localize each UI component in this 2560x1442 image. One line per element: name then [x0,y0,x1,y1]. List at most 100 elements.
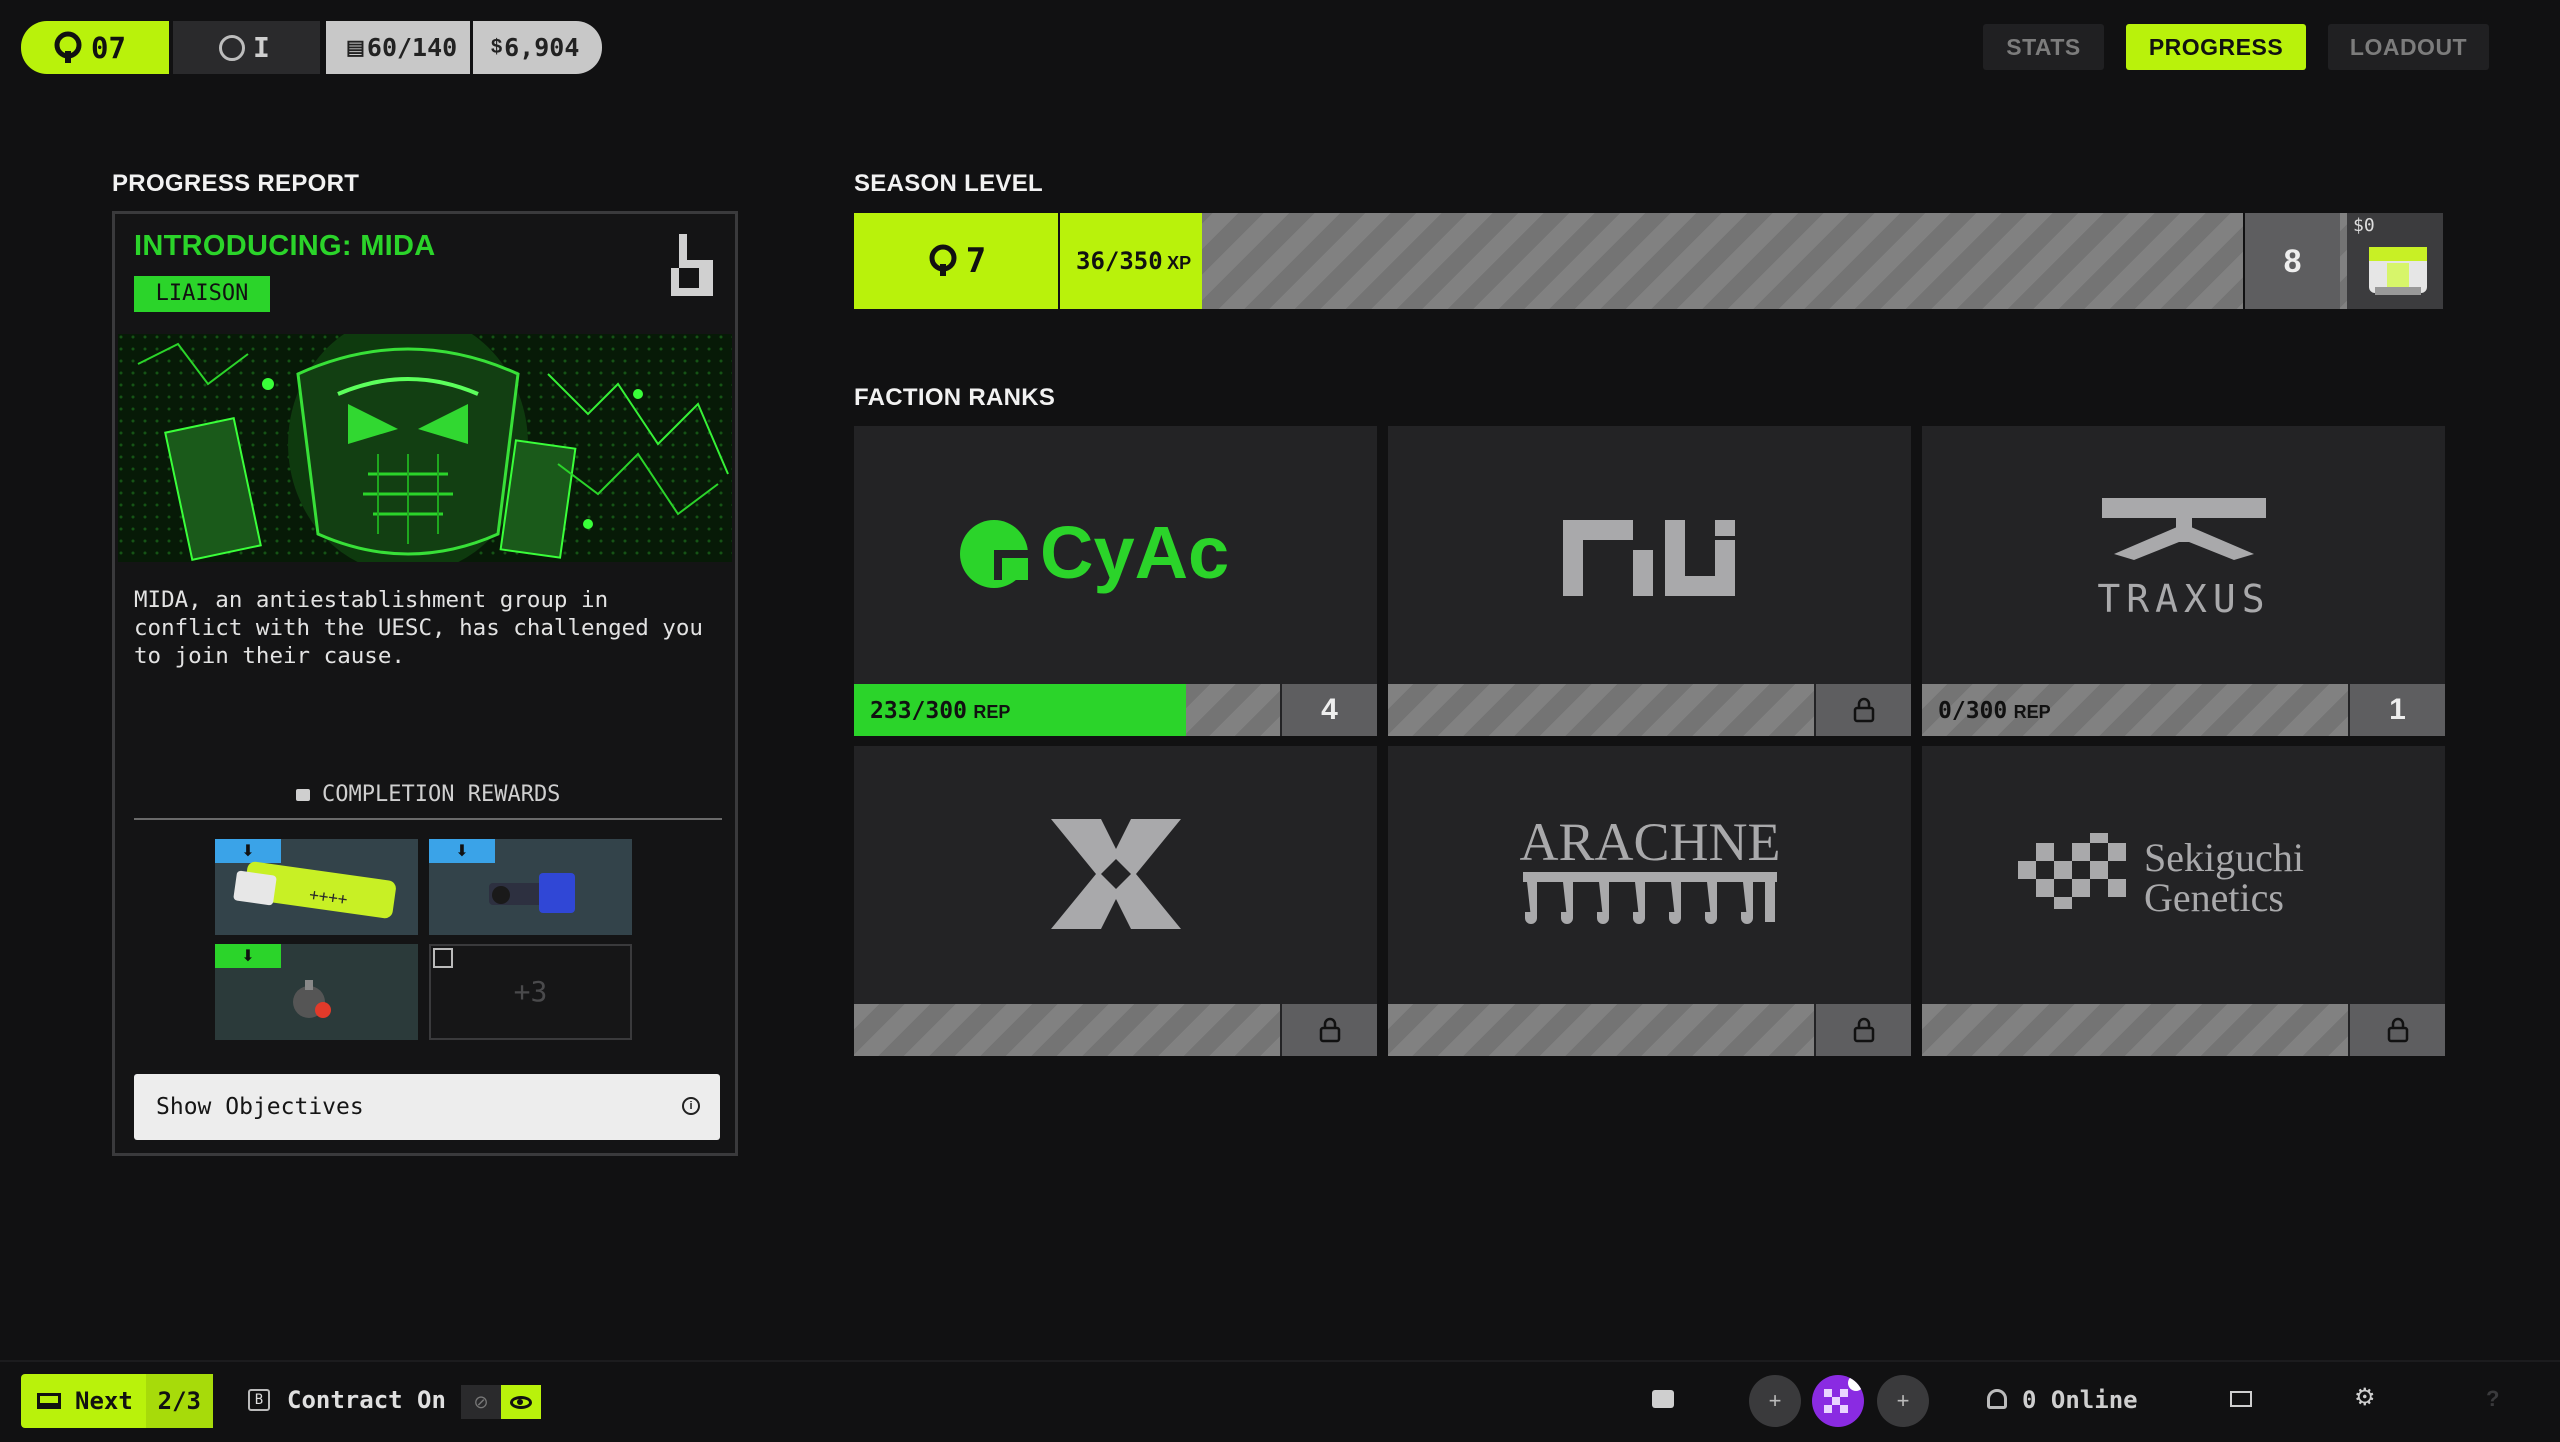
next-count: 2/3 [145,1374,213,1428]
eye-off-icon: ⊘ [461,1385,501,1419]
contract-visibility-toggle[interactable]: ⊘ [461,1385,541,1419]
secondary-rank-value: I [253,31,270,64]
friends-icon [1987,1389,2007,1409]
squad-slot-left[interactable]: + [1749,1375,1801,1427]
bottom-bar: Next 2/3 B Contract On ⊘ + + 0 Online ⚙ … [0,1360,2560,1442]
grenade-item-icon [293,980,331,1018]
faction-rep-bar [854,1004,1377,1056]
faction-rep-text: 0/300 REP [1938,698,2051,724]
faction-lock [2348,1004,2445,1056]
circle-icon [219,34,245,61]
laptop-icon [37,1393,61,1409]
show-objectives-label: Show Objectives [156,1094,364,1120]
xp-progress-track [1060,213,2443,309]
mail-icon[interactable] [2230,1391,2252,1407]
faction-level: 1 [2348,684,2445,736]
tab-progress[interactable]: PROGRESS [2126,24,2306,70]
faction-card-nucaloric[interactable] [1388,426,1911,736]
arachne-logo-text: ARACHNE [1519,812,1780,872]
traxus-logo-text: TRAXUS [2097,577,2270,621]
season-level-value: 7 [965,241,987,281]
faction-level: 4 [1280,684,1377,736]
season-reward-preview[interactable]: $0 [2347,213,2443,309]
arachne-logo: ARACHNE [1388,746,1911,1002]
liaison-badge: LIAISON [134,276,270,312]
cyac-logo: CyAc [854,426,1377,682]
lock-icon [295,789,310,801]
more-rewards-count: +3 [513,975,548,1008]
lock-icon [1853,697,1874,723]
chat-icon[interactable] [1652,1390,1674,1408]
faction-rep-bar: 0/300 REP 1 [1922,684,2445,736]
faction-rep-bar: 233/300 REP 4 [854,684,1377,736]
xp-value: 36/350 [1076,247,1163,275]
faction-lock [1280,1004,1377,1056]
squad-slot-right[interactable]: + [1877,1375,1929,1427]
next-level-value: 8 [2283,242,2302,279]
faction-rep-bar [1388,1004,1911,1056]
rank-value: 07 [91,30,126,65]
mida-artwork [118,334,732,562]
nucaloric-logo [1388,426,1911,682]
reward-tile-canister[interactable]: ⬇ ++++ [215,839,418,935]
season-level-badge: 7 [854,213,1058,309]
credits-pill[interactable]: $ 6,904 [473,21,602,74]
lock-icon [2387,1017,2408,1043]
completion-rewards-header: COMPLETION REWARDS [134,782,722,820]
lock-icon [1853,1017,1874,1043]
secondary-rank-pill[interactable]: I [173,21,320,74]
plus-icon: + [1896,1388,1910,1413]
faction-rep-bar [1388,684,1911,736]
next-contract-button[interactable]: Next 2/3 [21,1374,213,1428]
runner-rank-icon [54,31,82,63]
reward-crate-icon [2369,247,2427,295]
sekiguchi-logo: Sekiguchi Genetics [1922,746,2445,1002]
credits-value: 6,904 [504,33,580,62]
traxus-logo: TRAXUS [1922,426,2445,682]
faction-rep-text: 233/300 REP [870,698,1011,724]
reward-tile-weapon-part[interactable]: ⬇ [429,839,632,935]
tab-loadout[interactable]: LOADOUT [2328,24,2489,70]
weapon-part-item-icon [489,873,575,913]
faction-lock [1814,1004,1911,1056]
progress-report-card: INTRODUCING: MIDA LIAISON MIDA, an antie… [112,211,738,1156]
show-objectives-button[interactable]: Show Objectives i [134,1074,720,1140]
credits-icon: $ [491,36,503,58]
reward-tile-grenade[interactable]: ⬇ [215,944,418,1040]
player-avatar[interactable] [1812,1375,1864,1427]
rank-pill[interactable]: 07 [21,21,169,74]
settings-gear-icon[interactable]: ⚙ [2354,1386,2376,1410]
contract-label: Contract On [287,1386,446,1414]
next-label: Next [75,1387,133,1415]
faction-card-mida[interactable] [854,746,1377,1056]
faction-rep-bar [1922,1004,2445,1056]
completion-rewards-title: COMPLETION REWARDS [322,782,561,807]
season-level-heading: SEASON LEVEL [854,170,1043,197]
online-count[interactable]: 0 Online [2022,1386,2138,1414]
tab-stats[interactable]: STATS [1983,24,2104,70]
mission-description: MIDA, an antiestablishment group in conf… [134,587,703,669]
faction-card-arachne[interactable]: ARACHNE [1388,746,1911,1056]
help-icon[interactable]: ? [2486,1386,2499,1412]
faction-card-sekiguchi[interactable]: Sekiguchi Genetics [1922,746,2445,1056]
lock-icon [1319,1017,1340,1043]
next-level-box: 8 [2243,213,2340,309]
card-title: INTRODUCING: MIDA [134,230,436,262]
canister-item-icon: ++++ [233,861,396,919]
faction-card-cyac[interactable]: CyAc 233/300 REP 4 [854,426,1377,736]
reward-tile-more[interactable]: +3 [429,944,632,1040]
inventory-pill[interactable]: ▤ 60/140 [326,21,470,74]
faction-card-traxus[interactable]: TRAXUS 0/300 REP 1 [1922,426,2445,736]
cyac-logo-text: CyAc [1040,511,1229,594]
contract-key-hint: B [248,1389,270,1411]
sekiguchi-logo-line2: Genetics [2144,875,2284,920]
hand-cursor-icon [671,234,713,296]
sekiguchi-logo-line1: Sekiguchi [2144,835,2304,880]
backpack-icon: ▤ [346,37,365,59]
faction-lock [1814,684,1911,736]
info-icon: i [682,1097,700,1115]
season-level-bar: 7 36/350 XP [854,213,2443,309]
faction-ranks-heading: FACTION RANKS [854,384,1056,411]
xp-unit: XP [1167,253,1192,273]
mida-logo [854,746,1377,1002]
